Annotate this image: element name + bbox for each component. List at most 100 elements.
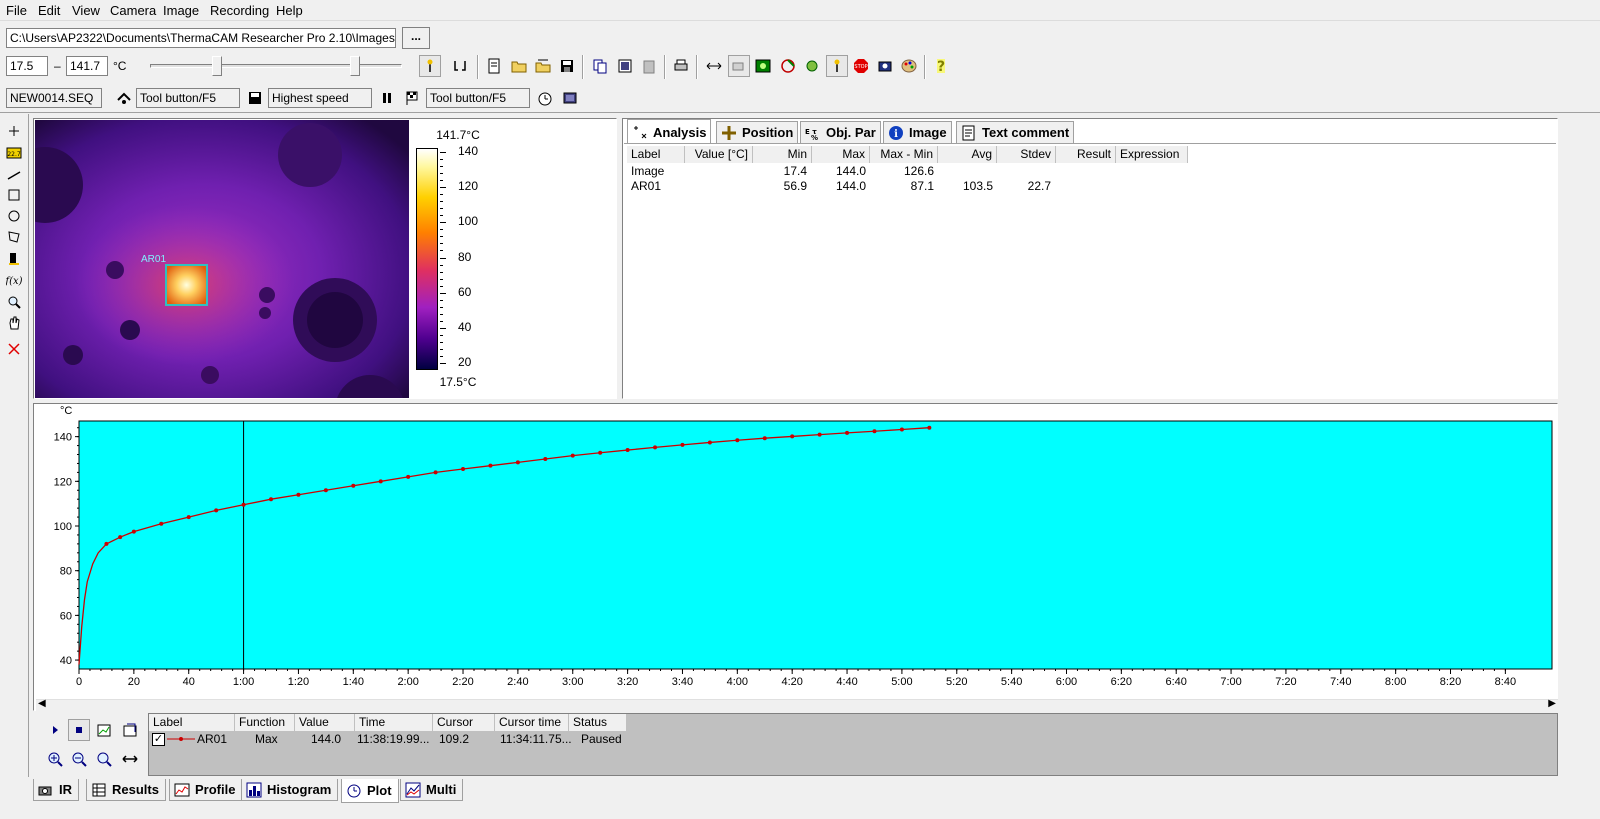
path-field[interactable]: C:\Users\AP2322\Documents\ThermaCAM Rese…: [6, 28, 396, 48]
range-slider-min-handle[interactable]: [212, 56, 222, 76]
col-cursor-time[interactable]: Cursor time: [495, 714, 569, 731]
col-label[interactable]: Label: [149, 714, 235, 731]
help-icon[interactable]: ?: [930, 55, 952, 77]
stop-plot-icon[interactable]: [68, 719, 90, 741]
rectangle-tool-icon[interactable]: [3, 185, 25, 205]
color-scale-bar[interactable]: [416, 148, 438, 370]
isotherm-tool-icon[interactable]: 22.7: [3, 143, 25, 163]
tab-image[interactable]: i Image: [883, 121, 952, 143]
zoom-fit-icon[interactable]: [93, 748, 115, 770]
table-row[interactable]: Image 17.4 144.0 126.6: [627, 164, 1187, 180]
image-view-icon[interactable]: [752, 55, 774, 77]
range-slider-max-handle[interactable]: [350, 56, 360, 76]
monitor-icon[interactable]: [559, 87, 581, 109]
zoom-tool-icon[interactable]: [3, 292, 25, 312]
menu-view[interactable]: View: [72, 3, 100, 18]
tab-multi[interactable]: Multi: [400, 779, 464, 801]
thermal-image[interactable]: AR01: [35, 120, 409, 398]
menu-recording[interactable]: Recording: [210, 3, 269, 18]
tab-profile[interactable]: Profile: [169, 779, 243, 801]
record-mode-icon[interactable]: [113, 87, 135, 109]
scroll-left-icon[interactable]: ◀: [38, 698, 46, 709]
tab-ir[interactable]: IR: [33, 779, 79, 801]
col-min[interactable]: Min: [753, 146, 812, 163]
range-slider-track[interactable]: [150, 64, 402, 68]
zoom-out-icon[interactable]: [68, 748, 90, 770]
menu-edit[interactable]: Edit: [38, 3, 60, 18]
scale-min-label: 17.5°C: [439, 375, 477, 389]
table-row[interactable]: ✓ AR01 Max 144.0 11:38:19.99... 109.2 11…: [149, 731, 627, 748]
col-result[interactable]: Result: [1056, 146, 1116, 163]
stretch-icon[interactable]: [703, 55, 725, 77]
paste-icon[interactable]: [638, 55, 660, 77]
tab-histogram[interactable]: Histogram: [241, 779, 339, 801]
tab-analysis[interactable]: Analysis: [627, 119, 712, 144]
new-file-icon[interactable]: [483, 55, 505, 77]
open-folder-icon[interactable]: [508, 55, 530, 77]
zoom-horizontal-icon[interactable]: [119, 748, 141, 770]
polygon-tool-icon[interactable]: [3, 227, 25, 247]
scroll-right-icon[interactable]: ▶: [1548, 698, 1556, 709]
finish-flag-icon[interactable]: [401, 87, 423, 109]
col-max[interactable]: Max: [812, 146, 870, 163]
trigger-tool-field[interactable]: Tool button/F5: [426, 88, 530, 108]
pause-icon[interactable]: [376, 87, 398, 109]
range-min-field[interactable]: 17.5: [6, 56, 48, 76]
delete-tool-icon[interactable]: [3, 339, 25, 359]
temperature-plot[interactable]: °C 140 120 100 80 60 40 0 20 40 1:00 1:20 1:40 2:00 2:…: [35, 405, 1556, 705]
menu-camera[interactable]: Camera: [110, 3, 156, 18]
camera-connect-icon[interactable]: [728, 55, 750, 77]
tab-text-comment[interactable]: Text comment: [956, 121, 1075, 143]
palette-icon[interactable]: [898, 55, 920, 77]
play-icon[interactable]: [44, 719, 66, 741]
tab-results[interactable]: Results: [86, 779, 166, 801]
col-avg[interactable]: Avg: [938, 146, 997, 163]
plot-settings-icon[interactable]: [93, 719, 115, 741]
pan-hand-icon[interactable]: [3, 313, 25, 333]
spot-tool-icon[interactable]: [3, 121, 25, 141]
menu-help[interactable]: Help: [276, 3, 303, 18]
col-label[interactable]: Label: [627, 146, 685, 163]
continuous-adjust-icon[interactable]: [449, 55, 471, 77]
col-value[interactable]: Value: [295, 714, 355, 731]
camera-settings-icon[interactable]: [874, 55, 896, 77]
plot-export-icon[interactable]: [119, 719, 141, 741]
col-status[interactable]: Status: [569, 714, 627, 731]
menu-file[interactable]: File: [6, 3, 27, 18]
tab-plot[interactable]: Plot: [341, 779, 399, 803]
menu-image[interactable]: Image: [163, 3, 199, 18]
zoom-in-icon[interactable]: [44, 748, 66, 770]
table-row[interactable]: AR01 56.9 144.0 87.1 103.5 22.7: [627, 179, 1187, 195]
save-icon[interactable]: [556, 55, 578, 77]
col-value[interactable]: Value [°C]: [685, 146, 753, 163]
stop-icon[interactable]: STOP: [850, 55, 872, 77]
series-checkbox[interactable]: ✓: [152, 733, 165, 746]
focus-icon[interactable]: [777, 55, 799, 77]
open-sequence-icon[interactable]: [532, 55, 554, 77]
record-tool-field[interactable]: Tool button/F5: [136, 88, 240, 108]
col-stdev[interactable]: Stdev: [997, 146, 1056, 163]
freeze-icon[interactable]: [826, 55, 848, 77]
copy-icon[interactable]: [589, 55, 611, 77]
nuc-icon[interactable]: [801, 55, 823, 77]
tab-obj-par[interactable]: E τ% Obj. Par: [800, 121, 881, 143]
timer-icon[interactable]: [534, 87, 556, 109]
line-tool-icon[interactable]: [3, 165, 25, 185]
col-time[interactable]: Time: [355, 714, 433, 731]
col-function[interactable]: Function: [235, 714, 295, 731]
save-recording-icon[interactable]: [244, 87, 266, 109]
reference-tool-icon[interactable]: [3, 249, 25, 269]
tab-position[interactable]: Position: [716, 121, 799, 143]
col-cursor[interactable]: Cursor: [433, 714, 495, 731]
speed-field[interactable]: Highest speed: [268, 88, 372, 108]
col-expression[interactable]: Expression: [1116, 146, 1188, 163]
browse-button[interactable]: ...: [402, 27, 430, 49]
print-icon[interactable]: [670, 55, 692, 77]
copy-image-icon[interactable]: [614, 55, 636, 77]
auto-adjust-icon[interactable]: [419, 55, 441, 77]
plot-scrollbar[interactable]: ◀ ▶: [36, 698, 1558, 712]
range-max-field[interactable]: 141.7: [66, 56, 108, 76]
ellipse-tool-icon[interactable]: [3, 206, 25, 226]
formula-tool-icon[interactable]: f(x): [3, 270, 25, 290]
col-max-min[interactable]: Max - Min: [870, 146, 938, 163]
